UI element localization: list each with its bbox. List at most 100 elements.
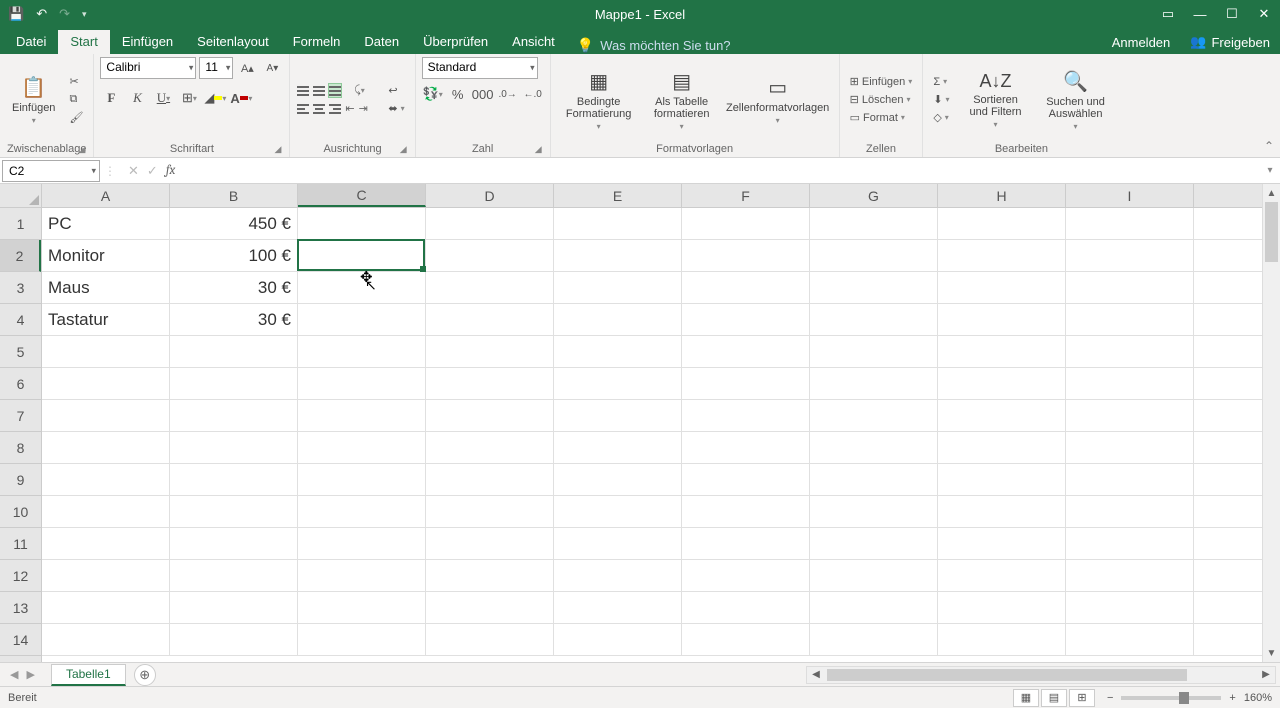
cell-I10[interactable]	[1066, 496, 1194, 527]
cell-A11[interactable]	[42, 528, 170, 559]
row-header[interactable]: 9	[0, 464, 41, 496]
cell-H12[interactable]	[938, 560, 1066, 591]
cell-I13[interactable]	[1066, 592, 1194, 623]
number-format-combo[interactable]: Standard▾	[422, 57, 538, 79]
comma-style-button[interactable]: 000	[472, 83, 494, 105]
cell-D5[interactable]	[426, 336, 554, 367]
cell-D1[interactable]	[426, 208, 554, 239]
qat-dropdown-icon[interactable]: ▾	[82, 9, 87, 20]
cell-G6[interactable]	[810, 368, 938, 399]
cell-C6[interactable]	[298, 368, 426, 399]
decrease-indent-button[interactable]: ⇤	[344, 101, 355, 116]
underline-button[interactable]: U▾	[152, 87, 174, 109]
cell-D10[interactable]	[426, 496, 554, 527]
align-middle-button[interactable]	[312, 83, 326, 98]
cell-B5[interactable]	[170, 336, 298, 367]
cell-I8[interactable]	[1066, 432, 1194, 463]
cell-G5[interactable]	[810, 336, 938, 367]
clear-button[interactable]: ◇▾	[929, 110, 953, 125]
cell-B8[interactable]	[170, 432, 298, 463]
cell-B14[interactable]	[170, 624, 298, 655]
scrollbar-thumb[interactable]	[1265, 202, 1278, 262]
orientation-button[interactable]: ⤹▾	[344, 83, 374, 98]
cell-E14[interactable]	[554, 624, 682, 655]
copy-button[interactable]: ⧉	[65, 92, 87, 107]
row-header[interactable]: 14	[0, 624, 41, 656]
name-box[interactable]: C2▾	[2, 160, 100, 182]
increase-font-button[interactable]: A▴	[236, 57, 258, 79]
cell-G11[interactable]	[810, 528, 938, 559]
font-size-combo[interactable]: 11▾	[199, 57, 233, 79]
cell-G9[interactable]	[810, 464, 938, 495]
cell-D2[interactable]	[426, 240, 554, 271]
cell-I3[interactable]	[1066, 272, 1194, 303]
tab-überprüfen[interactable]: Überprüfen	[411, 30, 500, 54]
autosum-button[interactable]: Σ▾	[929, 75, 953, 89]
minimize-icon[interactable]: —	[1184, 0, 1216, 28]
cell-F3[interactable]	[682, 272, 810, 303]
cell-E2[interactable]	[554, 240, 682, 271]
cell-E4[interactable]	[554, 304, 682, 335]
cell-F10[interactable]	[682, 496, 810, 527]
cell-E9[interactable]	[554, 464, 682, 495]
cell-B12[interactable]	[170, 560, 298, 591]
cell-C8[interactable]	[298, 432, 426, 463]
font-color-button[interactable]: A▾	[230, 87, 252, 109]
share-button[interactable]: 👥Freigeben	[1180, 30, 1280, 54]
cell-E6[interactable]	[554, 368, 682, 399]
cell-I1[interactable]	[1066, 208, 1194, 239]
cell-A9[interactable]	[42, 464, 170, 495]
cell-H6[interactable]	[938, 368, 1066, 399]
cell-F14[interactable]	[682, 624, 810, 655]
cell-I4[interactable]	[1066, 304, 1194, 335]
conditional-formatting-button[interactable]: ▦Bedingte Formatierung▾	[557, 67, 641, 133]
cut-button[interactable]: ✂	[65, 74, 87, 89]
align-right-button[interactable]	[328, 101, 342, 116]
cell-G12[interactable]	[810, 560, 938, 591]
fill-color-button[interactable]: ◢▾	[204, 87, 226, 109]
zoom-in-button[interactable]: +	[1229, 692, 1235, 704]
sheet-nav-next-icon[interactable]: ▶	[26, 668, 34, 681]
scroll-down-icon[interactable]: ▼	[1263, 644, 1280, 662]
cell-C13[interactable]	[298, 592, 426, 623]
cell-H9[interactable]	[938, 464, 1066, 495]
cell-D13[interactable]	[426, 592, 554, 623]
cell-E11[interactable]	[554, 528, 682, 559]
cell-A14[interactable]	[42, 624, 170, 655]
column-header[interactable]: B	[170, 184, 298, 207]
sheet-tab-active[interactable]: Tabelle1	[51, 664, 126, 686]
cell-B2[interactable]: 100 €	[170, 240, 298, 271]
tab-start[interactable]: Start	[58, 30, 109, 54]
cell-E1[interactable]	[554, 208, 682, 239]
cell-D4[interactable]	[426, 304, 554, 335]
cell-D7[interactable]	[426, 400, 554, 431]
cell-C5[interactable]	[298, 336, 426, 367]
align-bottom-button[interactable]	[328, 83, 342, 98]
cell-A4[interactable]: Tastatur	[42, 304, 170, 335]
row-header[interactable]: 6	[0, 368, 41, 400]
cell-A6[interactable]	[42, 368, 170, 399]
select-all-corner[interactable]	[0, 184, 42, 208]
cell-E3[interactable]	[554, 272, 682, 303]
cell-B9[interactable]	[170, 464, 298, 495]
cell-C10[interactable]	[298, 496, 426, 527]
cell-A12[interactable]	[42, 560, 170, 591]
cell-G14[interactable]	[810, 624, 938, 655]
column-header[interactable]: F	[682, 184, 810, 207]
cell-H11[interactable]	[938, 528, 1066, 559]
fx-icon[interactable]: fx	[166, 163, 182, 178]
undo-icon[interactable]: ↶	[36, 6, 47, 22]
cell-F1[interactable]	[682, 208, 810, 239]
tab-daten[interactable]: Daten	[352, 30, 411, 54]
column-header[interactable]: D	[426, 184, 554, 207]
cell-I12[interactable]	[1066, 560, 1194, 591]
row-header[interactable]: 3	[0, 272, 41, 304]
column-header[interactable]: E	[554, 184, 682, 207]
close-icon[interactable]: ✕	[1248, 0, 1280, 28]
sort-filter-button[interactable]: A↓ZSortieren und Filtern▾	[958, 69, 1034, 131]
row-header[interactable]: 11	[0, 528, 41, 560]
accounting-format-button[interactable]: 💱▾	[422, 83, 444, 105]
format-painter-button[interactable]: 🖌	[65, 110, 87, 125]
cell-B4[interactable]: 30 €	[170, 304, 298, 335]
cell-H1[interactable]	[938, 208, 1066, 239]
